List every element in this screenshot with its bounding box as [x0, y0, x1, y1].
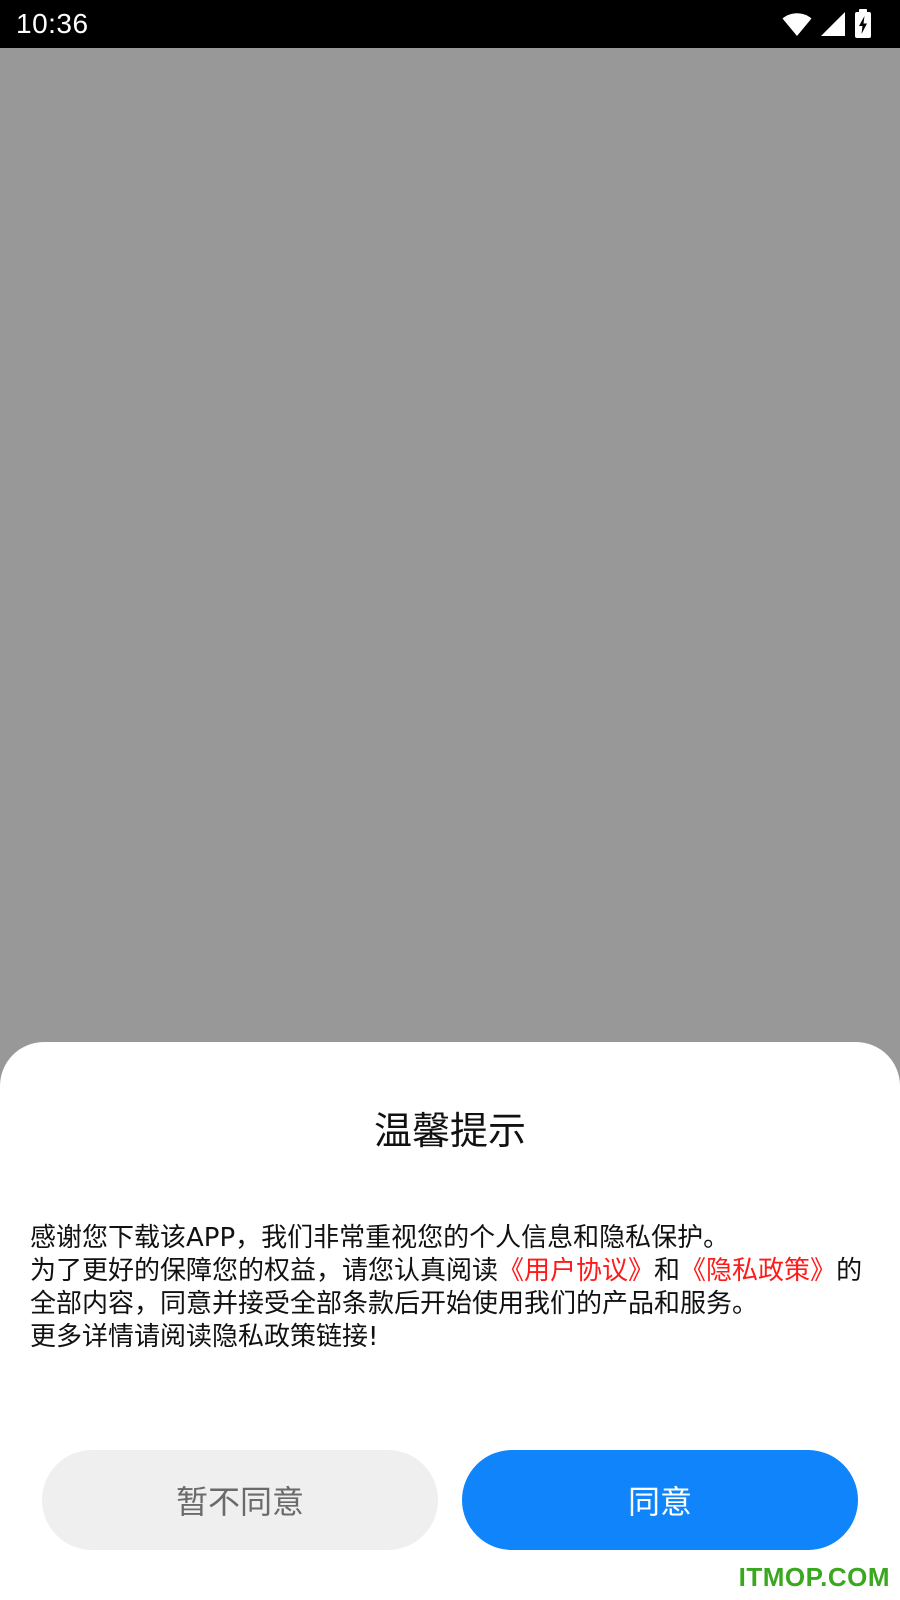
message-paragraph-3: 更多详情请阅读隐私政策链接! [30, 1322, 379, 1352]
status-time: 10:36 [16, 8, 89, 39]
status-bar: 10:36 [0, 0, 900, 48]
privacy-dialog: 温馨提示 感谢您下载该APP，我们非常重视您的个人信息和隐私保护。 为了更好的保… [0, 1042, 900, 1600]
message-paragraph-1: 感谢您下载该APP，我们非常重视您的个人信息和隐私保护。 [30, 1223, 730, 1253]
privacy-policy-link[interactable]: 《隐私政策》 [680, 1256, 836, 1286]
status-icons [782, 8, 872, 40]
user-agreement-link[interactable]: 《用户协议》 [498, 1256, 654, 1286]
message-paragraph-2: 为了更好的保障您的权益，请您认真阅读《用户协议》和《隐私政策》的全部内容，同意并… [30, 1255, 866, 1321]
dialog-title: 温馨提示 [373, 1109, 526, 1153]
cellular-signal-icon [820, 11, 846, 37]
agree-button[interactable]: 同意 [462, 1450, 858, 1550]
wifi-icon [782, 11, 812, 37]
battery-charging-icon [854, 9, 872, 39]
decline-button[interactable]: 暂不同意 [42, 1450, 438, 1550]
message-paragraph-2-prefix: 为了更好的保障您的权益，请您认真阅读 [30, 1256, 499, 1286]
dialog-message: 感谢您下载该APP，我们非常重视您的个人信息和隐私保护。 为了更好的保障您的权益… [30, 1222, 866, 1354]
screen: 10:36 温馨提示 感谢您下载该APP，我们非常重视您的个人信息和隐私保护。 … [0, 0, 900, 1600]
conjunction-text: 和 [654, 1256, 681, 1286]
watermark-logo: ITMOP.COM [738, 1562, 890, 1592]
